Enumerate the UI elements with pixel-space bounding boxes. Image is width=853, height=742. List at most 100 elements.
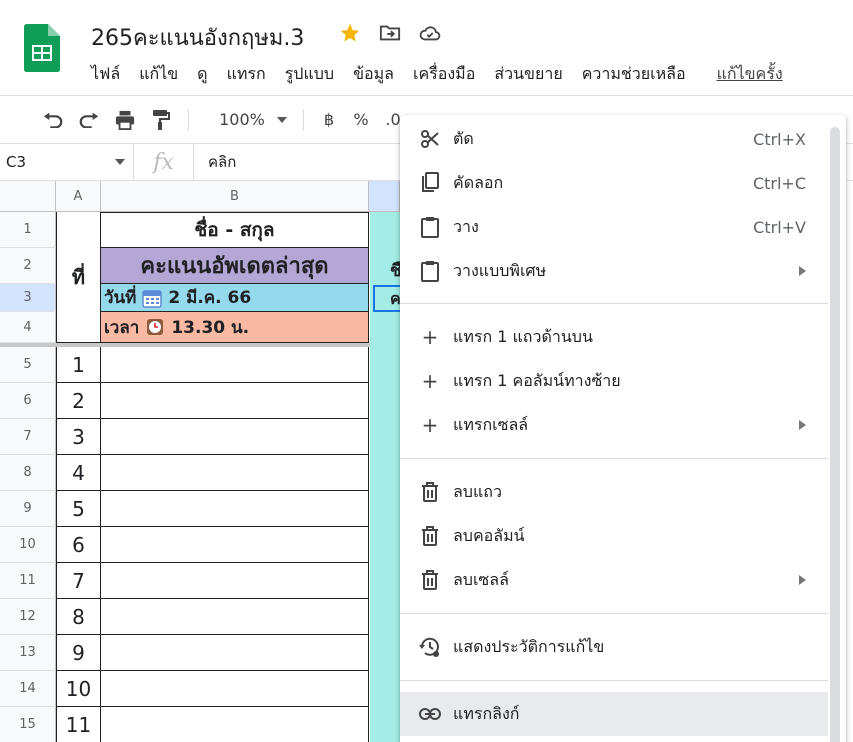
- sheets-logo-icon[interactable]: [24, 24, 60, 72]
- menu-item-paste[interactable]: วาง Ctrl+V: [400, 205, 828, 249]
- cell-number[interactable]: 11: [56, 707, 101, 742]
- cell-name[interactable]: [101, 419, 369, 455]
- menu-divider: [400, 303, 828, 304]
- menu-item-insert-cells[interactable]: + แทรกเซลล์: [400, 403, 828, 447]
- formula-input[interactable]: คลิก: [194, 150, 236, 174]
- menu-insert[interactable]: แทรก: [227, 62, 266, 87]
- select-all-corner[interactable]: [0, 181, 56, 212]
- trash-icon: [418, 568, 442, 592]
- clipboard-icon: [418, 215, 442, 239]
- row-header[interactable]: 5: [0, 347, 56, 383]
- column-header-c[interactable]: [369, 181, 400, 212]
- row-header[interactable]: 1: [0, 212, 56, 248]
- cell-name[interactable]: [101, 707, 369, 742]
- star-icon[interactable]: [337, 20, 363, 46]
- context-menu: ตัด Ctrl+X คัดลอก Ctrl+C วาง Ctrl+V วางแ…: [400, 115, 846, 742]
- menu-data[interactable]: ข้อมูล: [353, 62, 394, 87]
- name-box[interactable]: C3: [0, 144, 134, 180]
- cell-number[interactable]: 1: [56, 347, 101, 383]
- cell-number[interactable]: 2: [56, 383, 101, 419]
- cell-c3-selected[interactable]: ค: [373, 285, 401, 312]
- menu-format[interactable]: รูปแบบ: [285, 62, 334, 87]
- menu-help[interactable]: ความช่วยเหลือ: [582, 62, 686, 87]
- link-icon: [418, 702, 442, 726]
- row-header[interactable]: 14: [0, 671, 56, 707]
- cell-name[interactable]: [101, 599, 369, 635]
- row-header[interactable]: 12: [0, 599, 56, 635]
- shortcut-text: Ctrl+C: [752, 173, 806, 193]
- cell-b2[interactable]: คะแนนอัพเดตล่าสุด: [101, 248, 369, 284]
- menu-item-label: แทรกเซลล์: [453, 414, 529, 434]
- time-value: 13.30 น.: [171, 317, 250, 338]
- cell-number[interactable]: 8: [56, 599, 101, 635]
- menu-extensions[interactable]: ส่วนขยาย: [494, 62, 562, 87]
- row-header[interactable]: 4: [0, 312, 56, 343]
- cell-a-header[interactable]: ที่: [56, 212, 101, 343]
- row-header[interactable]: 9: [0, 491, 56, 527]
- menu-item-delete-cells[interactable]: ลบเซลล์: [400, 558, 828, 602]
- row-header[interactable]: 2: [0, 248, 56, 284]
- menu-item-insert-link[interactable]: แทรกลิงก์: [400, 692, 828, 736]
- cell-reference: C3: [6, 153, 27, 171]
- cell-name[interactable]: [101, 455, 369, 491]
- document-title[interactable]: 265คะแนนอังกฤษม.3: [91, 20, 304, 55]
- row-header[interactable]: 6: [0, 383, 56, 419]
- cell-number[interactable]: 3: [56, 419, 101, 455]
- zoom-select[interactable]: 100%: [215, 105, 291, 135]
- menu-file[interactable]: ไฟล์: [91, 62, 120, 87]
- undo-icon[interactable]: [38, 105, 68, 135]
- chevron-down-icon: [276, 116, 287, 123]
- cell-number[interactable]: 5: [56, 491, 101, 527]
- cell-b4[interactable]: เวลา 13.30 น.: [101, 312, 369, 343]
- menu-scrollbar[interactable]: [830, 127, 840, 742]
- cell-number[interactable]: 9: [56, 635, 101, 671]
- cell-number[interactable]: 10: [56, 671, 101, 707]
- row-header[interactable]: 10: [0, 527, 56, 563]
- submenu-arrow-icon: [799, 420, 806, 430]
- menu-view[interactable]: ดู: [197, 62, 207, 87]
- menu-item-paste-special[interactable]: วางแบบพิเศษ: [400, 249, 828, 293]
- menu-item-label: คัดลอก: [453, 172, 504, 192]
- menu-item-delete-row[interactable]: ลบแถว: [400, 470, 828, 514]
- percent-format-button[interactable]: %: [348, 110, 374, 129]
- cell-name[interactable]: [101, 563, 369, 599]
- clipboard-icon: [418, 259, 442, 283]
- cell-number[interactable]: 6: [56, 527, 101, 563]
- row-header[interactable]: 3: [0, 284, 56, 312]
- row-header[interactable]: 15: [0, 707, 56, 742]
- submenu-arrow-icon: [799, 266, 806, 276]
- row-header[interactable]: 8: [0, 455, 56, 491]
- currency-format-button[interactable]: ฿: [316, 110, 342, 129]
- cell-name[interactable]: [101, 347, 369, 383]
- menu-item-copy[interactable]: คัดลอก Ctrl+C: [400, 161, 828, 205]
- cell-number[interactable]: 4: [56, 455, 101, 491]
- cell-name[interactable]: [101, 527, 369, 563]
- menu-item-label: ลบแถว: [453, 481, 502, 501]
- row-header[interactable]: 7: [0, 419, 56, 455]
- menu-item-insert-row-above[interactable]: + แทรก 1 แถวด้านบน: [400, 315, 828, 359]
- last-edit-link[interactable]: แก้ไขครั้ง: [717, 62, 783, 87]
- cell-number[interactable]: 7: [56, 563, 101, 599]
- print-icon[interactable]: [110, 105, 140, 135]
- cell-b3[interactable]: วันที่ 2 มี.ค. 66: [101, 284, 369, 312]
- cell-b1[interactable]: ชื่อ - สกุล: [101, 212, 369, 248]
- cell-name[interactable]: [101, 635, 369, 671]
- column-header-a[interactable]: A: [56, 181, 101, 212]
- row-header[interactable]: 11: [0, 563, 56, 599]
- time-label: เวลา: [104, 317, 140, 338]
- column-header-b[interactable]: B: [101, 181, 369, 212]
- menu-tools[interactable]: เครื่องมือ: [413, 62, 475, 87]
- cloud-saved-icon[interactable]: [417, 20, 443, 46]
- move-folder-icon[interactable]: [377, 20, 403, 46]
- menu-item-show-edit-history[interactable]: แสดงประวัติการแก้ไข: [400, 625, 828, 669]
- cell-name[interactable]: [101, 383, 369, 419]
- menu-item-cut[interactable]: ตัด Ctrl+X: [400, 117, 828, 161]
- row-header[interactable]: 13: [0, 635, 56, 671]
- menu-edit[interactable]: แก้ไข: [139, 62, 178, 87]
- menu-item-delete-column[interactable]: ลบคอลัมน์: [400, 514, 828, 558]
- cell-name[interactable]: [101, 491, 369, 527]
- paint-format-icon[interactable]: [146, 105, 176, 135]
- redo-icon[interactable]: [74, 105, 104, 135]
- menu-item-insert-column-left[interactable]: + แทรก 1 คอลัมน์ทางซ้าย: [400, 359, 828, 403]
- cell-name[interactable]: [101, 671, 369, 707]
